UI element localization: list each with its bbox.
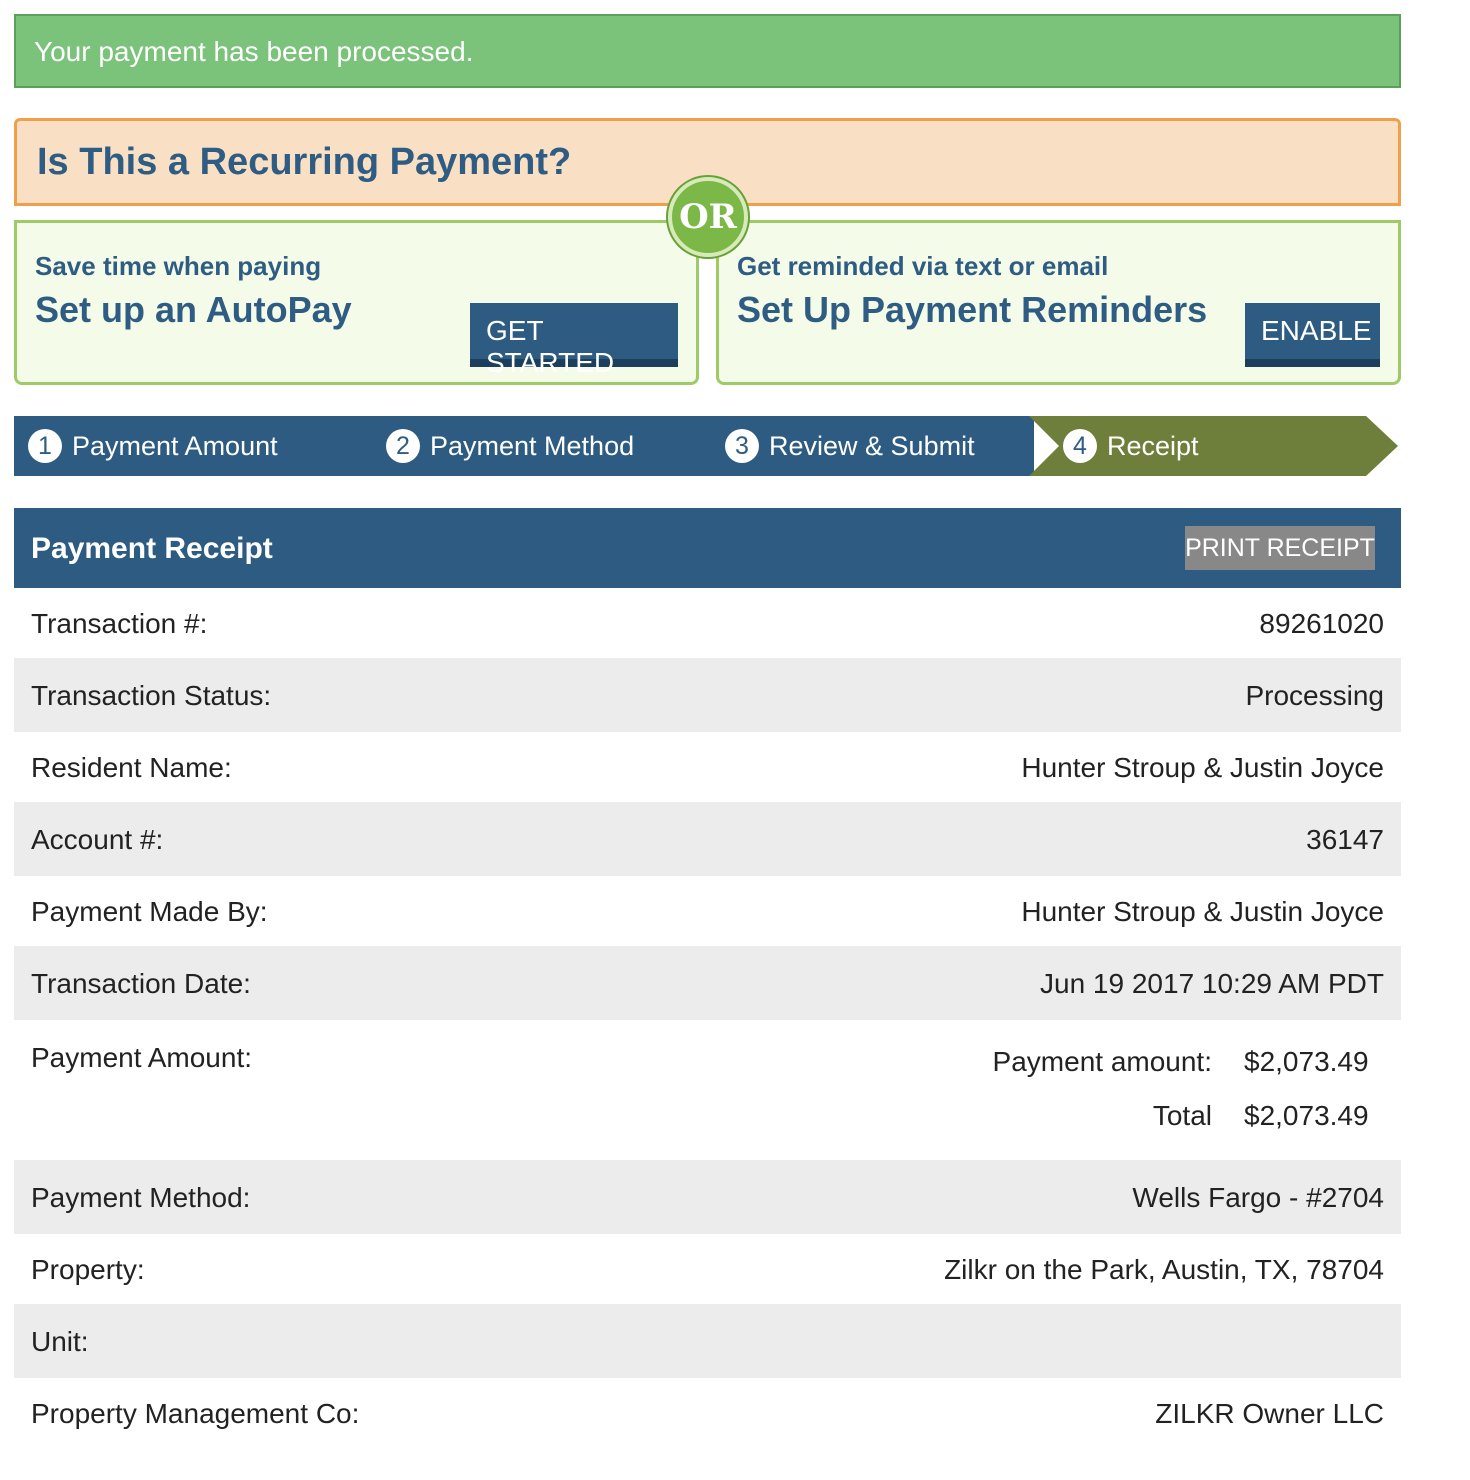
row-label: Payment Made By: xyxy=(31,896,268,927)
amount-line-value: $2,073.49 xyxy=(1244,1046,1369,1077)
autopay-option: Save time when paying Set up an AutoPay … xyxy=(14,220,699,385)
row-payment-made-by: Payment Made By: Hunter Stroup & Justin … xyxy=(14,876,1401,946)
amount-line-label: Total xyxy=(1152,1100,1212,1131)
step-payment-amount: 1 Payment Amount xyxy=(28,416,278,476)
row-value: Hunter Stroup & Justin Joyce xyxy=(1021,752,1384,783)
row-transaction-status: Transaction Status: Processing xyxy=(14,658,1401,732)
step-number: 1 xyxy=(28,429,62,463)
row-label: Resident Name: xyxy=(31,752,232,783)
row-value: 89261020 xyxy=(1259,608,1384,639)
print-receipt-button[interactable]: PRINT RECEIPT xyxy=(1185,526,1375,570)
row-label: Transaction Status: xyxy=(31,680,272,711)
row-value: 36147 xyxy=(1306,824,1384,855)
row-transaction-date: Transaction Date: Jun 19 2017 10:29 AM P… xyxy=(14,946,1401,1020)
row-label: Property: xyxy=(31,1254,145,1285)
row-payment-amount: Payment Amount: Payment amount: $2,073.4… xyxy=(14,1020,1401,1160)
row-label: Account #: xyxy=(31,824,164,855)
success-alert: Your payment has been processed. xyxy=(14,14,1401,88)
row-label: Transaction #: xyxy=(31,608,208,639)
step-payment-method: 2 Payment Method xyxy=(386,416,634,476)
row-value: Processing xyxy=(1245,680,1384,711)
receipt-title: Payment Receipt xyxy=(31,532,273,565)
enable-button[interactable]: ENABLE xyxy=(1245,303,1380,367)
autopay-title: Set up an AutoPay xyxy=(35,289,352,330)
amount-line-value: $2,073.49 xyxy=(1244,1100,1369,1131)
row-transaction-number: Transaction #: 89261020 xyxy=(14,588,1401,658)
step-label: Payment Method xyxy=(430,430,635,461)
or-badge-icon: OR xyxy=(668,177,748,257)
success-message: Your payment has been processed. xyxy=(34,36,474,67)
amount-line-label: Payment amount: xyxy=(992,1046,1212,1077)
row-value: ZILKR Owner LLC xyxy=(1155,1398,1384,1429)
row-unit: Unit: xyxy=(14,1304,1401,1378)
step-label: Payment Amount xyxy=(72,430,278,461)
amount-line-total: Total $2,073.49 xyxy=(993,1100,1369,1154)
receipt-header: Payment Receipt PRINT RECEIPT xyxy=(14,508,1401,588)
reminders-title: Set Up Payment Reminders xyxy=(737,289,1208,330)
row-value: Zilkr on the Park, Austin, TX, 78704 xyxy=(944,1254,1384,1285)
row-value: Jun 19 2017 10:29 AM PDT xyxy=(1040,968,1384,999)
row-resident-name: Resident Name: Hunter Stroup & Justin Jo… xyxy=(14,732,1401,802)
row-value: Wells Fargo - #2704 xyxy=(1132,1182,1384,1213)
amount-line-payment: Payment amount: $2,073.49 xyxy=(992,1046,1369,1100)
step-number: 4 xyxy=(1063,429,1097,463)
reminders-option: Get reminded via text or email Set Up Pa… xyxy=(716,220,1401,385)
row-account-number: Account #: 36147 xyxy=(14,802,1401,876)
step-number: 2 xyxy=(386,429,420,463)
row-label: Unit: xyxy=(31,1326,89,1357)
or-label: OR xyxy=(679,197,737,237)
progress-steps: 1 Payment Amount 2 Payment Method 3 Revi… xyxy=(14,416,1401,476)
step-label: Review & Submit xyxy=(769,430,975,461)
row-payment-method: Payment Method: Wells Fargo - #2704 xyxy=(14,1160,1401,1234)
amount-breakdown: Payment amount: $2,073.49 Total $2,073.4… xyxy=(992,1046,1369,1154)
reminders-subtitle: Get reminded via text or email xyxy=(737,251,1109,281)
step-label: Receipt xyxy=(1107,430,1199,461)
row-label: Payment Amount: xyxy=(31,1042,253,1073)
row-value: Hunter Stroup & Justin Joyce xyxy=(1021,896,1384,927)
row-label: Property Management Co: xyxy=(31,1398,360,1429)
row-management-co: Property Management Co: ZILKR Owner LLC xyxy=(14,1378,1401,1452)
row-label: Transaction Date: xyxy=(31,968,251,999)
step-number: 3 xyxy=(725,429,759,463)
step-receipt: 4 Receipt xyxy=(1063,416,1199,476)
row-property: Property: Zilkr on the Park, Austin, TX,… xyxy=(14,1234,1401,1304)
autopay-subtitle: Save time when paying xyxy=(35,251,322,281)
get-started-button[interactable]: GET STARTED xyxy=(470,303,678,378)
step-review-submit: 3 Review & Submit xyxy=(725,416,975,476)
row-label: Payment Method: xyxy=(31,1182,251,1213)
